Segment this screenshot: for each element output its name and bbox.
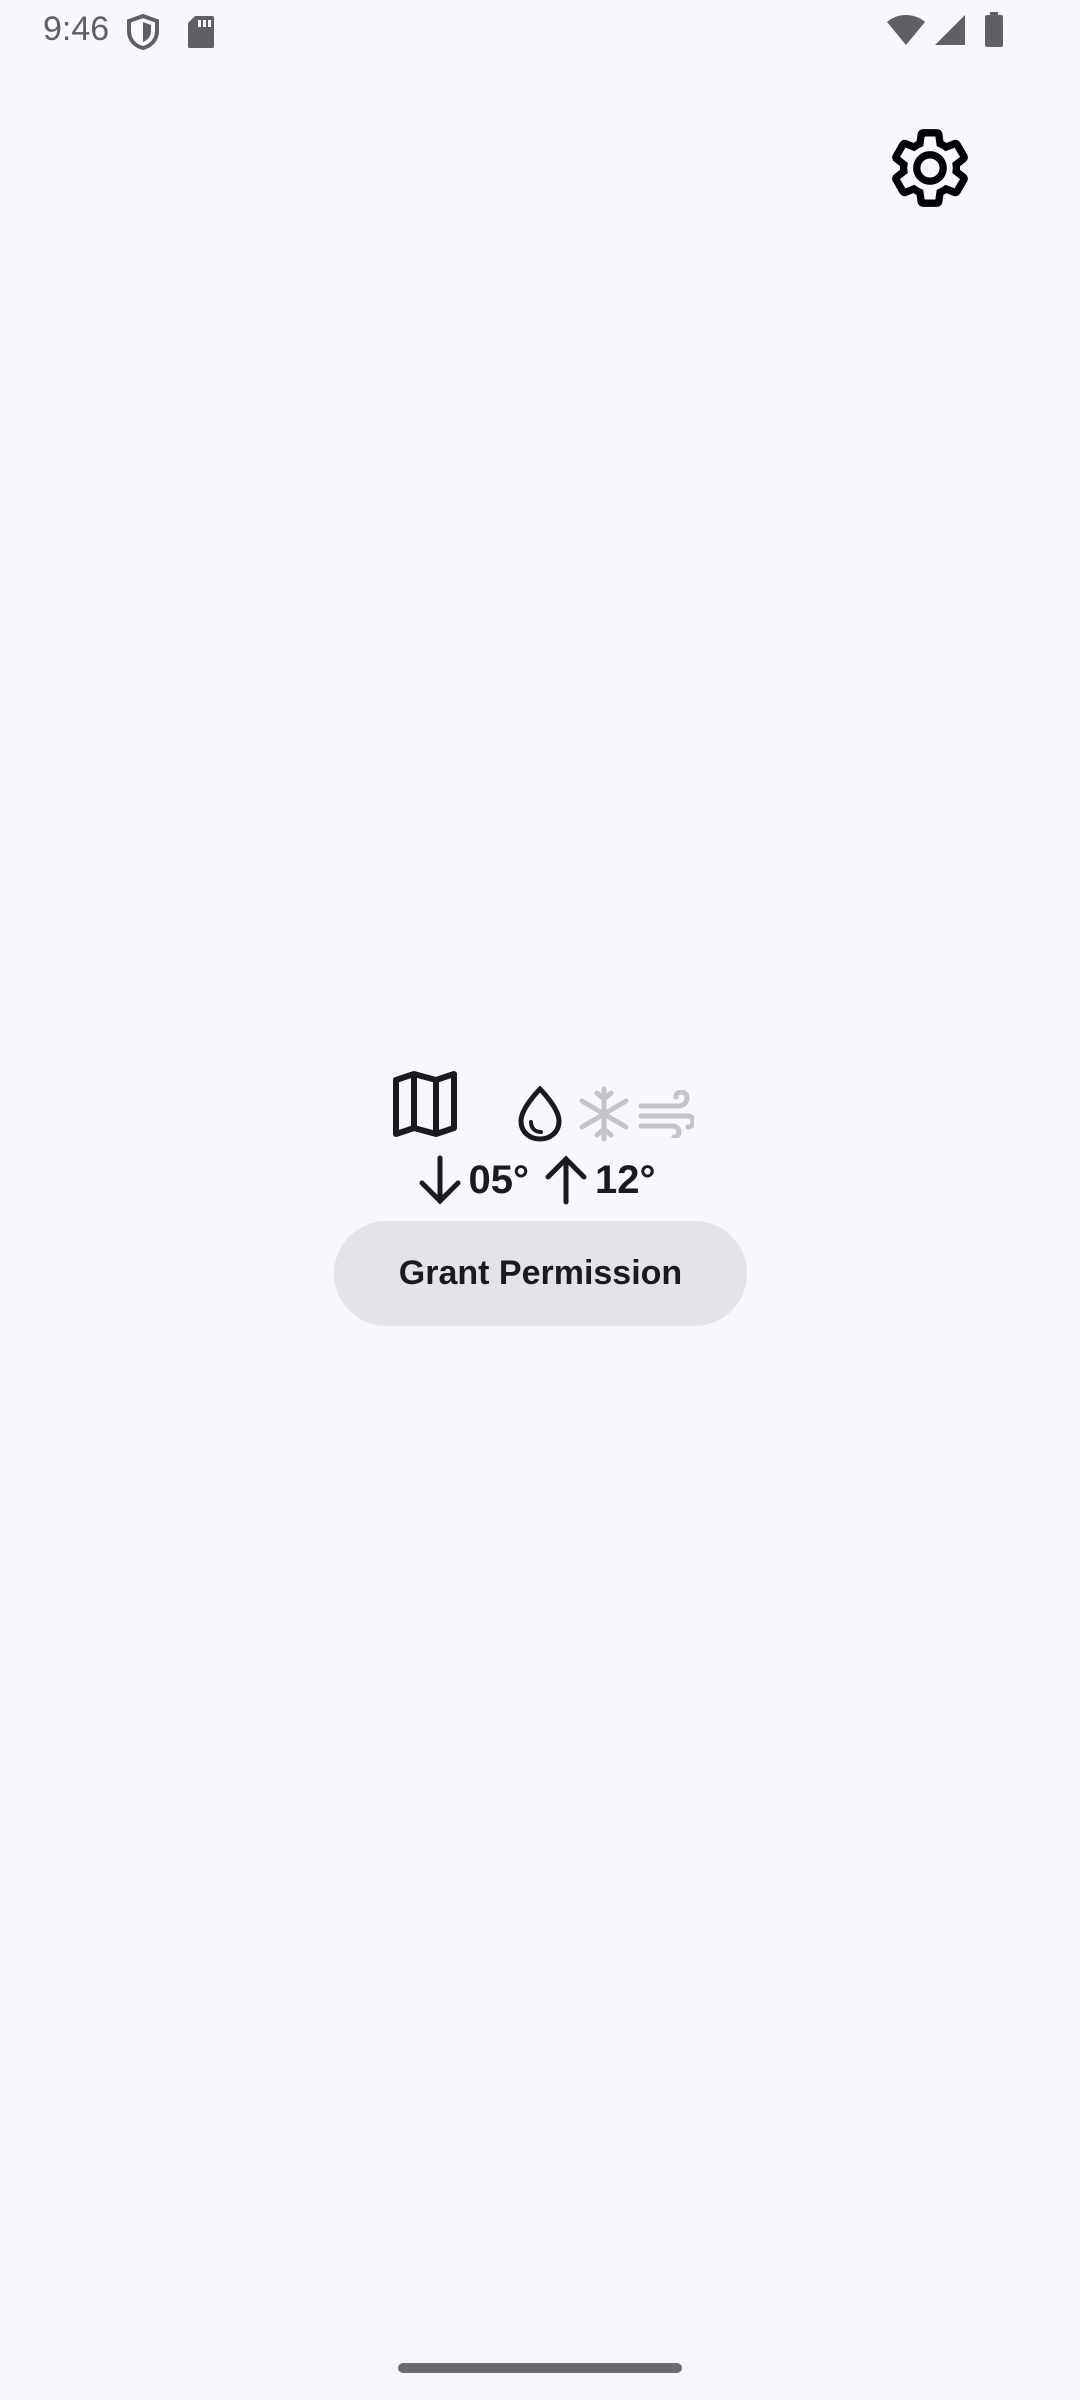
home-indicator[interactable] bbox=[398, 2363, 682, 2373]
temperature-row: 05° 12° bbox=[0, 1150, 1080, 1210]
arrow-up-icon bbox=[543, 1152, 589, 1208]
grant-permission-button[interactable]: Grant Permission bbox=[334, 1221, 747, 1326]
high-temperature: 12° bbox=[595, 1157, 656, 1202]
map-icon bbox=[392, 1070, 458, 1143]
shield-icon bbox=[126, 13, 160, 55]
arrow-down-icon bbox=[417, 1152, 463, 1208]
wifi-icon bbox=[886, 14, 926, 51]
cell-signal-icon bbox=[934, 14, 966, 51]
water-drop-icon bbox=[516, 1085, 564, 1147]
status-bar: 9:46 bbox=[0, 0, 1080, 64]
status-time: 9:46 bbox=[43, 10, 110, 48]
sd-card-icon bbox=[187, 15, 215, 54]
settings-button[interactable] bbox=[878, 118, 982, 222]
wind-icon bbox=[638, 1089, 696, 1143]
weather-icon-row bbox=[0, 1070, 1080, 1150]
snowflake-icon bbox=[577, 1086, 631, 1147]
low-temperature: 05° bbox=[468, 1157, 530, 1202]
gear-icon bbox=[886, 124, 974, 217]
battery-icon bbox=[984, 12, 1004, 53]
